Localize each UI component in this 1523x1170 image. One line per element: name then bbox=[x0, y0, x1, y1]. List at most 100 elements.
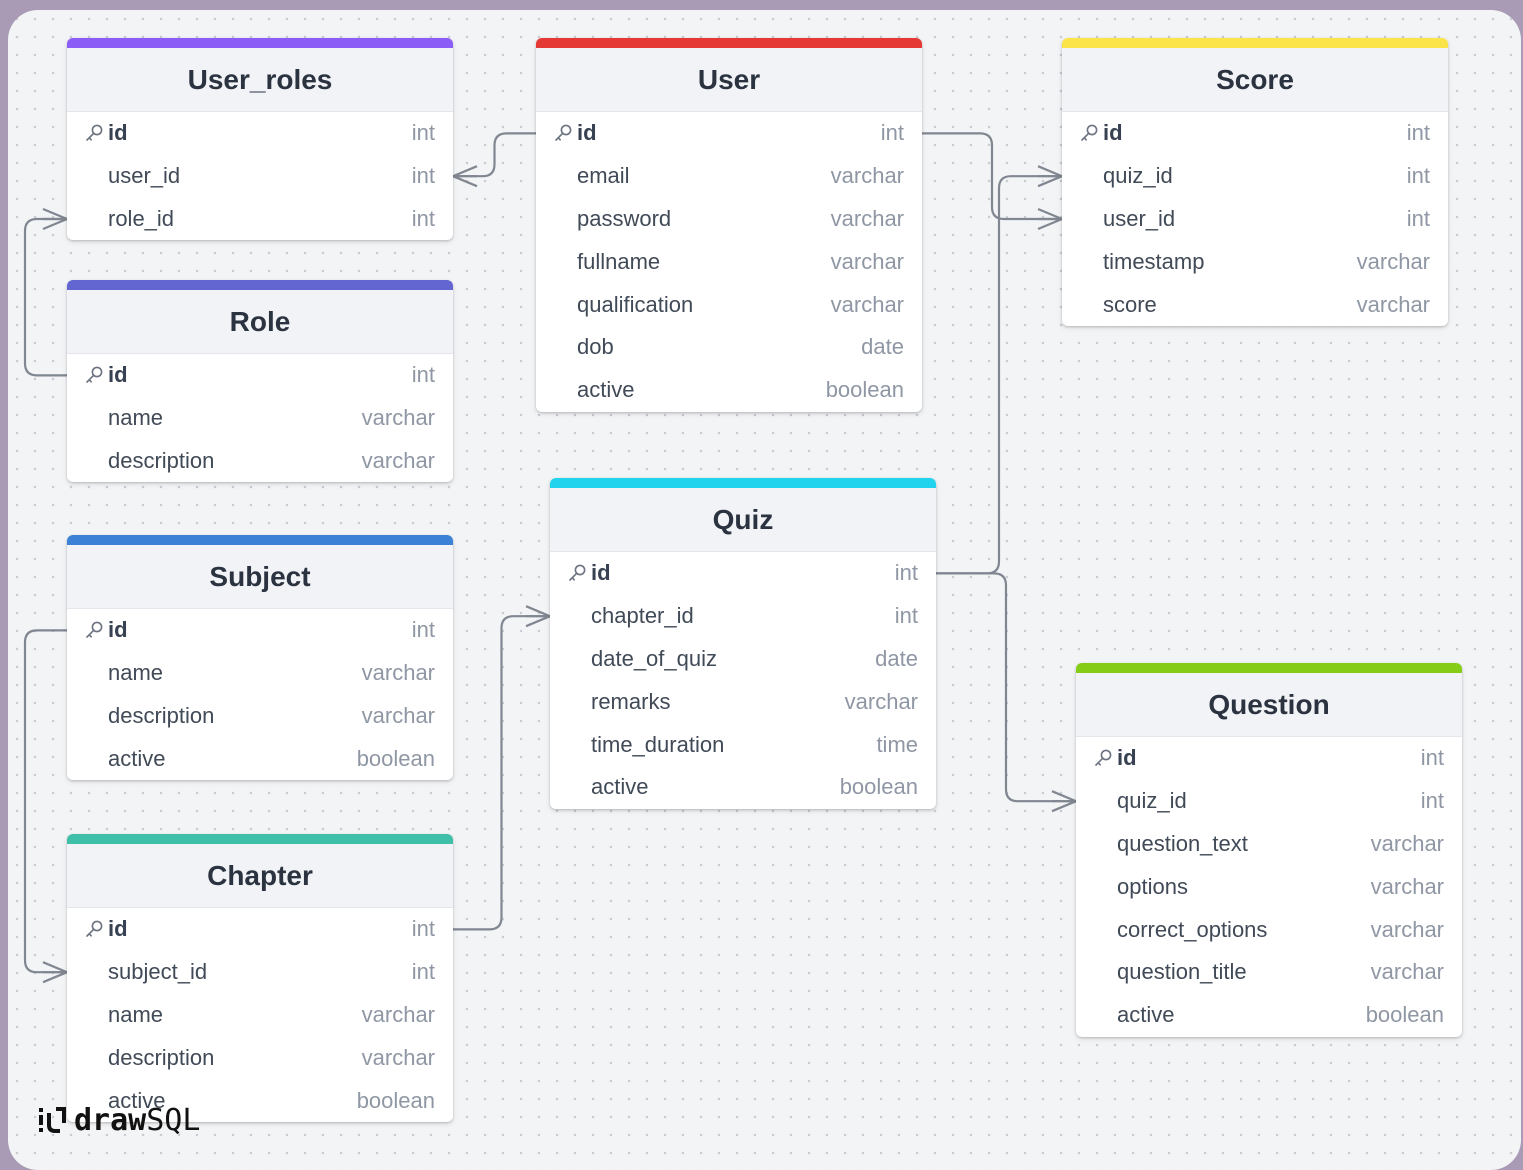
field-row-qualification[interactable]: qualification varchar bbox=[536, 283, 922, 326]
field-name: name bbox=[108, 660, 164, 686]
relation-subject-id-to-chapter-subject-id-line bbox=[23, 629, 67, 974]
field-type: boolean bbox=[839, 774, 918, 800]
table-title[interactable]: Question bbox=[1076, 673, 1462, 737]
field-type: date bbox=[875, 645, 918, 671]
table-chapter[interactable]: Chapter id int subject_id int name varchar desc… bbox=[67, 834, 453, 1122]
field-name: fullname bbox=[577, 248, 661, 274]
field-row-description[interactable]: description varchar bbox=[67, 695, 453, 738]
field-name: qualification bbox=[577, 291, 694, 317]
field-row-id[interactable]: id int bbox=[67, 354, 453, 397]
field-name: id bbox=[577, 120, 597, 146]
table-score[interactable]: Score id int quiz_id int user_id int timestamp v… bbox=[1062, 38, 1448, 326]
relation-quiz-id-to-score-quiz-id-crowfoot bbox=[1037, 165, 1065, 188]
field-type: int bbox=[411, 205, 435, 231]
field-row-chapter-id[interactable]: chapter_id int bbox=[550, 595, 936, 638]
field-row-id[interactable]: id int bbox=[67, 609, 453, 652]
field-type: varchar bbox=[361, 1001, 435, 1027]
field-row-time-duration[interactable]: time_duration time bbox=[550, 723, 936, 766]
diagram-canvas[interactable]: User_roles id int user_id int role_id int User i… bbox=[8, 10, 1521, 1170]
field-name: id bbox=[1103, 120, 1123, 146]
field-row-name[interactable]: name varchar bbox=[67, 397, 453, 440]
field-row-active[interactable]: active boolean bbox=[1076, 994, 1462, 1037]
field-row-name[interactable]: name varchar bbox=[67, 652, 453, 695]
table-role[interactable]: Role id int name varchar description varchar bbox=[67, 280, 453, 483]
table-user[interactable]: User id int email varchar password varchar full… bbox=[536, 38, 922, 412]
field-row-timestamp[interactable]: timestamp varchar bbox=[1062, 240, 1448, 283]
table-color-bar bbox=[1062, 38, 1448, 48]
table-subject[interactable]: Subject id int name varchar description varcha… bbox=[67, 535, 453, 781]
field-row-id[interactable]: id int bbox=[67, 112, 453, 155]
field-row-description[interactable]: description varchar bbox=[67, 1036, 453, 1079]
field-name: time_duration bbox=[591, 731, 725, 757]
field-name: score bbox=[1103, 291, 1157, 317]
field-name: question_text bbox=[1117, 830, 1248, 856]
field-row-user-id[interactable]: user_id int bbox=[67, 155, 453, 198]
field-row-user-id[interactable]: user_id int bbox=[1062, 198, 1448, 241]
table-title[interactable]: Score bbox=[1062, 48, 1448, 112]
field-row-name[interactable]: name varchar bbox=[67, 994, 453, 1037]
table-title[interactable]: Subject bbox=[67, 545, 453, 609]
field-type: varchar bbox=[1356, 291, 1430, 317]
table-question[interactable]: Question id int quiz_id int question_text varc… bbox=[1076, 663, 1462, 1037]
field-row-quiz-id[interactable]: quiz_id int bbox=[1062, 155, 1448, 198]
field-name: id bbox=[108, 120, 128, 146]
field-row-email[interactable]: email varchar bbox=[536, 155, 922, 198]
field-row-score[interactable]: score varchar bbox=[1062, 283, 1448, 326]
primary-key-icon bbox=[552, 122, 574, 144]
field-row-id[interactable]: id int bbox=[1076, 737, 1462, 780]
field-row-quiz-id[interactable]: quiz_id int bbox=[1076, 780, 1462, 823]
table-quiz[interactable]: Quiz id int chapter_id int date_of_quiz date re… bbox=[550, 478, 936, 809]
field-name: role_id bbox=[108, 205, 175, 231]
field-type: int bbox=[1406, 205, 1430, 231]
field-row-options[interactable]: options varchar bbox=[1076, 865, 1462, 908]
field-type: int bbox=[411, 916, 435, 942]
field-row-dob[interactable]: dob date bbox=[536, 326, 922, 369]
field-name: quiz_id bbox=[1117, 788, 1187, 814]
field-name: user_id bbox=[108, 163, 181, 189]
field-row-description[interactable]: description varchar bbox=[67, 440, 453, 483]
field-type: time bbox=[876, 731, 918, 757]
field-row-remarks[interactable]: remarks varchar bbox=[550, 680, 936, 723]
relation-chapter-id-to-quiz-chapter-id-line bbox=[453, 615, 550, 931]
field-type: int bbox=[411, 617, 435, 643]
field-type: varchar bbox=[361, 660, 435, 686]
field-row-active[interactable]: active boolean bbox=[67, 737, 453, 780]
field-row-password[interactable]: password varchar bbox=[536, 198, 922, 241]
primary-key-icon bbox=[83, 619, 105, 641]
field-type: boolean bbox=[1365, 1002, 1444, 1028]
table-title[interactable]: Quiz bbox=[550, 488, 936, 552]
relation-user-id-to-score-user-id-line bbox=[922, 132, 1062, 221]
field-row-date-of-quiz[interactable]: date_of_quiz date bbox=[550, 638, 936, 681]
table-user-roles[interactable]: User_roles id int user_id int role_id int bbox=[67, 38, 453, 241]
table-title[interactable]: User_roles bbox=[67, 48, 453, 112]
field-row-question-title[interactable]: question_title varchar bbox=[1076, 951, 1462, 994]
field-type: date bbox=[861, 334, 904, 360]
field-name: name bbox=[108, 405, 164, 431]
relation-user-id-to-score-user-id-crowfoot bbox=[1037, 207, 1065, 231]
field-type: int bbox=[1406, 120, 1430, 146]
field-row-id[interactable]: id int bbox=[550, 552, 936, 595]
field-row-active[interactable]: active boolean bbox=[550, 766, 936, 809]
table-color-bar bbox=[550, 478, 936, 488]
field-row-correct-options[interactable]: correct_options varchar bbox=[1076, 908, 1462, 951]
field-row-id[interactable]: id int bbox=[1062, 112, 1448, 155]
field-type: boolean bbox=[356, 1087, 435, 1113]
field-row-fullname[interactable]: fullname varchar bbox=[536, 240, 922, 283]
field-row-subject-id[interactable]: subject_id int bbox=[67, 951, 453, 994]
table-title[interactable]: User bbox=[536, 48, 922, 112]
field-row-id[interactable]: id int bbox=[67, 908, 453, 951]
field-type: varchar bbox=[830, 163, 904, 189]
field-row-question-text[interactable]: question_text varchar bbox=[1076, 823, 1462, 866]
field-row-active[interactable]: active boolean bbox=[536, 369, 922, 412]
table-title[interactable]: Role bbox=[67, 290, 453, 354]
table-title[interactable]: Chapter bbox=[67, 844, 453, 908]
primary-key-icon bbox=[1078, 122, 1100, 144]
relation-chapter-id-to-quiz-chapter-id-crowfoot bbox=[525, 605, 553, 628]
relation-role-id-to-user-roles-role-id-crowfoot bbox=[42, 207, 70, 231]
field-name: correct_options bbox=[1117, 916, 1268, 942]
field-type: varchar bbox=[1370, 830, 1444, 856]
field-row-role-id[interactable]: role_id int bbox=[67, 198, 453, 241]
field-name: quiz_id bbox=[1103, 163, 1173, 189]
field-row-id[interactable]: id int bbox=[536, 112, 922, 155]
field-type: int bbox=[411, 120, 435, 146]
